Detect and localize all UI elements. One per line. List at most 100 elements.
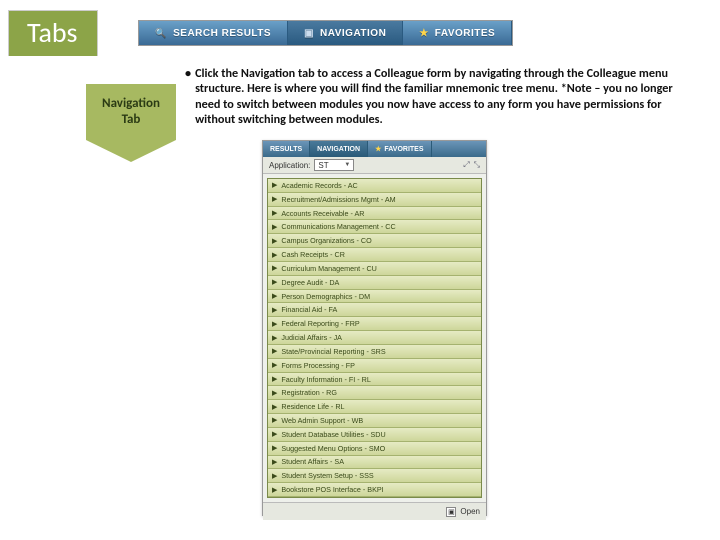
app-tab-favorites[interactable]: ★ FAVORITES bbox=[368, 141, 431, 157]
app-tab-navigation[interactable]: NAVIGATION bbox=[310, 141, 368, 157]
tabs-title-badge: Tabs bbox=[8, 10, 98, 56]
menu-item-label: Cash Receipts - CR bbox=[281, 250, 345, 259]
menu-item[interactable]: ▶ Academic Records - AC bbox=[268, 179, 481, 193]
menu-footer: ▣ Open bbox=[263, 502, 486, 520]
collapse-icon[interactable]: ⤡ bbox=[474, 160, 480, 170]
app-tab-favorites-label: FAVORITES bbox=[384, 146, 423, 153]
menu-item-label: Suggested Menu Options - SMO bbox=[281, 444, 385, 453]
menu-item-label: Degree Audit - DA bbox=[281, 278, 339, 287]
menu-item[interactable]: ▶Forms Processing - FP bbox=[268, 359, 481, 373]
description-box: • Click the Navigation tab to access a C… bbox=[185, 66, 695, 127]
search-icon bbox=[155, 28, 167, 39]
top-tab-strip: SEARCH RESULTS NAVIGATION FAVORITES bbox=[138, 20, 513, 46]
application-select[interactable]: ST ▼ bbox=[314, 159, 354, 171]
menu-item[interactable]: ▶ Residence Life - RL bbox=[268, 400, 481, 414]
navigation-tab-chevron: Navigation Tab bbox=[86, 84, 176, 162]
tab-navigation[interactable]: NAVIGATION bbox=[288, 21, 403, 45]
triangle-right-icon: ▶ bbox=[272, 278, 277, 286]
triangle-right-icon: ▶ bbox=[272, 334, 277, 342]
app-tab-navigation-label: NAVIGATION bbox=[317, 146, 360, 153]
menu-item-label: Curriculum Management - CU bbox=[281, 264, 376, 273]
app-screenshot: RESULTS NAVIGATION ★ FAVORITES Applicati… bbox=[262, 140, 487, 516]
triangle-right-icon: ▶ bbox=[272, 209, 277, 217]
menu-item-label: Recruitment/Admissions Mgmt - AM bbox=[281, 195, 395, 204]
triangle-right-icon: ▶ bbox=[272, 430, 277, 438]
triangle-right-icon: ▶ bbox=[272, 389, 277, 397]
menu-item-label: Web Admin Support - WB bbox=[281, 416, 363, 425]
tab-favorites[interactable]: FAVORITES bbox=[403, 21, 512, 45]
menu-item[interactable]: ▶ Accounts Receivable - AR bbox=[268, 207, 481, 221]
description-text: Click the Navigation tab to access a Col… bbox=[195, 66, 695, 127]
triangle-right-icon: ▶ bbox=[272, 306, 277, 314]
menu-item-label: Campus Organizations - CO bbox=[281, 236, 371, 245]
triangle-right-icon: ▶ bbox=[272, 403, 277, 411]
menu-item[interactable]: ▶ Federal Reporting - FRP bbox=[268, 317, 481, 331]
tab-search-results[interactable]: SEARCH RESULTS bbox=[139, 21, 288, 45]
menu-item[interactable]: ▶ Recruitment/Admissions Mgmt - AM bbox=[268, 193, 481, 207]
app-tab-results[interactable]: RESULTS bbox=[263, 141, 310, 157]
tab-favorites-label: FAVORITES bbox=[435, 28, 495, 39]
menu-item-label: Judicial Affairs - JA bbox=[281, 333, 342, 342]
menu-item[interactable]: ▶ Communications Management - CC bbox=[268, 220, 481, 234]
menu-item[interactable]: ▶ Registration - RG bbox=[268, 386, 481, 400]
menu-item[interactable]: ▶ State/Provincial Reporting - SRS bbox=[268, 345, 481, 359]
chevron-line2: Tab bbox=[102, 112, 160, 128]
triangle-right-icon: ▶ bbox=[272, 320, 277, 328]
menu-item[interactable]: ▶ Faculty Information - FI - RL bbox=[268, 373, 481, 387]
expand-icon[interactable]: ⤢ bbox=[463, 160, 469, 170]
menu-item-label: Forms Processing - FP bbox=[281, 361, 355, 370]
menu-item-label: Registration - RG bbox=[281, 388, 337, 397]
menu-item[interactable]: ▶Student System Setup - SSS bbox=[268, 469, 481, 483]
triangle-right-icon: ▶ bbox=[272, 444, 277, 452]
menu-item[interactable]: ▶ Campus Organizations - CO bbox=[268, 234, 481, 248]
application-label: Application: bbox=[269, 161, 310, 170]
menu-item-label: Federal Reporting - FRP bbox=[281, 319, 359, 328]
triangle-right-icon: ▶ bbox=[272, 237, 277, 245]
triangle-right-icon: ▶ bbox=[272, 416, 277, 424]
app-tab-strip: RESULTS NAVIGATION ★ FAVORITES bbox=[263, 141, 486, 157]
menu-item[interactable]: ▶ Student Database Utilities - SDU bbox=[268, 428, 481, 442]
menu-item[interactable]: ▶Bookstore POS Interface - BKPI bbox=[268, 483, 481, 497]
menu-item-label: Faculty Information - FI - RL bbox=[281, 375, 370, 384]
menu-item-label: Student System Setup - SSS bbox=[281, 471, 373, 480]
menu-item[interactable]: ▶Curriculum Management - CU bbox=[268, 262, 481, 276]
chevron-down-icon: ▼ bbox=[344, 162, 350, 168]
grid-icon bbox=[304, 28, 314, 39]
star-icon: ★ bbox=[375, 145, 381, 153]
application-value: ST bbox=[318, 161, 328, 170]
menu-item-label: Residence Life - RL bbox=[281, 402, 344, 411]
menu-item[interactable]: ▶Student Affairs - SA bbox=[268, 456, 481, 470]
chevron-down-icon bbox=[86, 140, 176, 162]
triangle-right-icon: ▶ bbox=[272, 375, 277, 383]
menu-list: ▶ Academic Records - AC ▶ Recruitment/Admis… bbox=[267, 178, 482, 498]
app-tab-results-label: RESULTS bbox=[270, 146, 302, 153]
triangle-right-icon: ▶ bbox=[272, 251, 277, 259]
menu-item-label: Accounts Receivable - AR bbox=[281, 209, 364, 218]
menu-item[interactable]: ▶ Cash Receipts - CR bbox=[268, 248, 481, 262]
star-icon bbox=[419, 28, 428, 39]
open-button[interactable]: Open bbox=[460, 507, 480, 516]
triangle-right-icon: ▶ bbox=[272, 195, 277, 203]
menu-item-label: Bookstore POS Interface - BKPI bbox=[281, 485, 383, 494]
menu-item[interactable]: ▶Person Demographics - DM bbox=[268, 290, 481, 304]
menu-item-label: Student Database Utilities - SDU bbox=[281, 430, 385, 439]
triangle-right-icon: ▶ bbox=[272, 181, 277, 189]
menu-item[interactable]: ▶ Degree Audit - DA bbox=[268, 276, 481, 290]
open-icon: ▣ bbox=[446, 507, 456, 517]
menu-item[interactable]: ▶ Financial Aid - FA bbox=[268, 303, 481, 317]
menu-item[interactable]: ▶ Suggested Menu Options - SMO bbox=[268, 442, 481, 456]
tab-navigation-label: NAVIGATION bbox=[320, 28, 386, 39]
triangle-right-icon: ▶ bbox=[272, 223, 277, 231]
menu-item-label: State/Provincial Reporting - SRS bbox=[281, 347, 385, 356]
menu-item-label: Student Affairs - SA bbox=[281, 457, 344, 466]
chevron-line1: Navigation bbox=[102, 96, 160, 112]
triangle-right-icon: ▶ bbox=[272, 347, 277, 355]
menu-item-label: Financial Aid - FA bbox=[281, 305, 337, 314]
tab-search-label: SEARCH RESULTS bbox=[173, 28, 271, 39]
menu-item-label: Communications Management - CC bbox=[281, 222, 395, 231]
menu-item-label: Academic Records - AC bbox=[281, 181, 357, 190]
bullet-icon: • bbox=[185, 66, 195, 127]
menu-item[interactable]: ▶ Web Admin Support - WB bbox=[268, 414, 481, 428]
menu-item[interactable]: ▶ Judicial Affairs - JA bbox=[268, 331, 481, 345]
app-toolbar: Application: ST ▼ ⤢ ⤡ bbox=[263, 157, 486, 174]
